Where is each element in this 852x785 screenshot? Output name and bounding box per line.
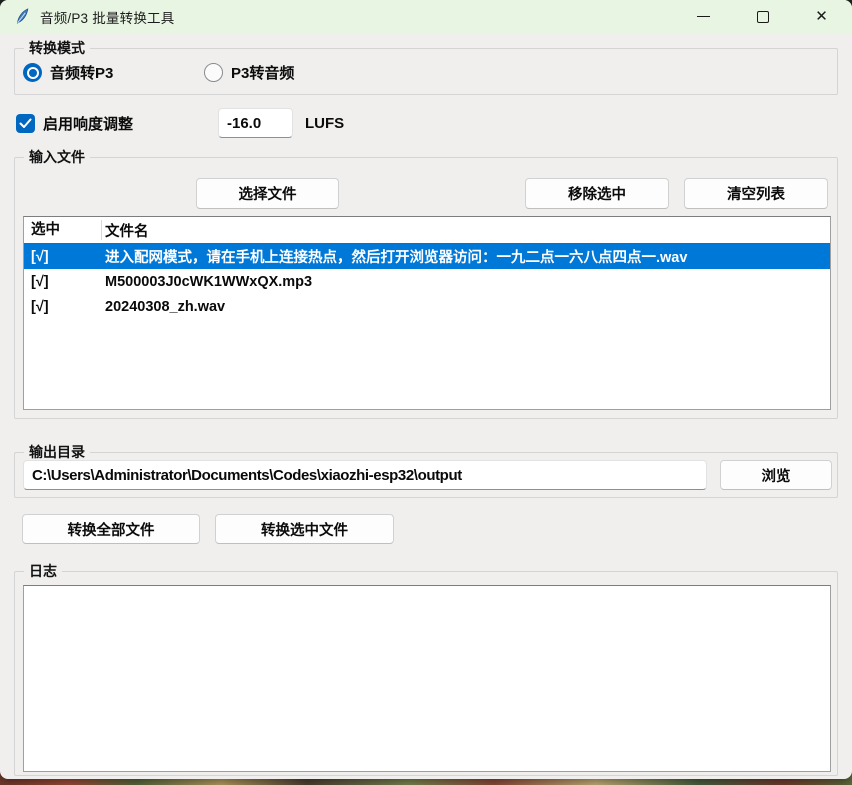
log-group-label: 日志 — [24, 562, 62, 581]
close-icon: ✕ — [815, 9, 828, 24]
lufs-unit-label: LUFS — [305, 115, 344, 132]
titlebar[interactable]: 音频/P3 批量转换工具 ✕ — [0, 0, 852, 33]
window-title: 音频/P3 批量转换工具 — [40, 7, 174, 27]
remove-selected-button[interactable]: 移除选中 — [525, 178, 669, 209]
browse-button[interactable]: 浏览 — [720, 460, 832, 490]
row-checked-cell: [√] — [24, 274, 102, 290]
column-header-filename[interactable]: 文件名 — [102, 220, 830, 241]
lufs-value-input[interactable] — [218, 108, 293, 138]
radio-p3-to-audio-label: P3转音频 — [231, 62, 294, 83]
loudness-checkbox[interactable]: 启用响度调整 — [16, 113, 133, 134]
output-dir-groupbox: 输出目录 浏览 — [14, 452, 838, 498]
app-window: 音频/P3 批量转换工具 ✕ 转换模式 音频转P3 P3转音频 启用响度调整 L… — [0, 0, 852, 779]
mode-group-label: 转换模式 — [24, 39, 90, 58]
maximize-button[interactable] — [733, 0, 792, 33]
select-files-button[interactable]: 选择文件 — [196, 178, 339, 209]
log-textarea[interactable] — [23, 585, 831, 772]
input-files-groupbox: 输入文件 选择文件 移除选中 清空列表 选中 文件名 [√] 进入配网模式，请在… — [14, 157, 838, 419]
convert-selected-button[interactable]: 转换选中文件 — [215, 514, 394, 544]
radio-unselected-icon — [204, 63, 223, 82]
row-filename-cell: 20240308_zh.wav — [102, 299, 830, 315]
table-row[interactable]: [√] 20240308_zh.wav — [24, 294, 830, 319]
radio-audio-to-p3[interactable]: 音频转P3 — [23, 62, 113, 83]
file-list-table[interactable]: 选中 文件名 [√] 进入配网模式，请在手机上连接热点，然后打开浏览器访问：一九… — [23, 216, 831, 410]
maximize-icon — [757, 11, 769, 23]
mode-groupbox: 转换模式 音频转P3 P3转音频 — [14, 48, 838, 95]
loudness-checkbox-label: 启用响度调整 — [43, 113, 133, 134]
row-checked-cell: [√] — [24, 299, 102, 315]
input-files-group-label: 输入文件 — [24, 148, 90, 167]
clear-list-button[interactable]: 清空列表 — [684, 178, 828, 209]
radio-audio-to-p3-label: 音频转P3 — [50, 62, 113, 83]
table-row[interactable]: [√] M500003J0cWK1WWxQX.mp3 — [24, 269, 830, 294]
row-filename-cell: 进入配网模式，请在手机上连接热点，然后打开浏览器访问：一九二点一六八点四点一.w… — [102, 246, 830, 267]
convert-all-button[interactable]: 转换全部文件 — [22, 514, 200, 544]
output-path-input[interactable] — [23, 460, 707, 490]
minimize-button[interactable] — [674, 0, 733, 33]
table-row[interactable]: [√] 进入配网模式，请在手机上连接热点，然后打开浏览器访问：一九二点一六八点四… — [24, 244, 830, 269]
radio-p3-to-audio[interactable]: P3转音频 — [204, 62, 294, 83]
log-groupbox: 日志 — [14, 571, 838, 776]
app-feather-icon — [14, 8, 31, 25]
row-checked-cell: [√] — [24, 249, 102, 265]
row-filename-cell: M500003J0cWK1WWxQX.mp3 — [102, 274, 830, 290]
radio-selected-icon — [23, 63, 42, 82]
close-button[interactable]: ✕ — [792, 0, 851, 33]
minimize-icon — [697, 16, 710, 17]
checkbox-checked-icon — [16, 114, 35, 133]
file-table-header[interactable]: 选中 文件名 — [24, 217, 830, 244]
column-header-checked[interactable]: 选中 — [24, 220, 102, 240]
